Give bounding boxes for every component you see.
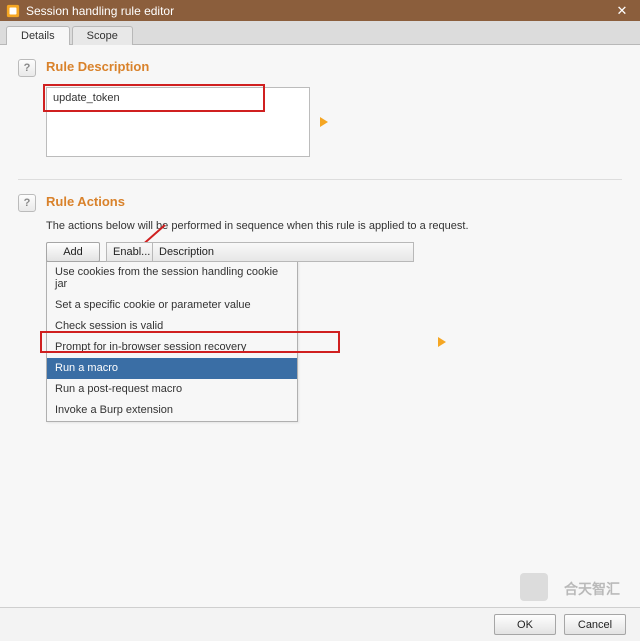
tab-scope[interactable]: Scope bbox=[72, 26, 133, 45]
menu-item[interactable]: Run a macro bbox=[47, 358, 297, 379]
rule-description-section: ? Rule Description bbox=[18, 59, 622, 77]
app-icon bbox=[6, 4, 20, 18]
divider bbox=[18, 179, 622, 180]
menu-item[interactable]: Use cookies from the session handling co… bbox=[47, 262, 297, 295]
column-header-description[interactable]: Description bbox=[152, 242, 414, 262]
rule-actions-heading: Rule Actions bbox=[46, 194, 125, 209]
watermark-text: 合天智汇 bbox=[564, 579, 620, 599]
rule-description-wrap: update_token bbox=[46, 87, 622, 157]
add-button[interactable]: Add bbox=[46, 242, 100, 262]
titlebar: Session handling rule editor ✕ bbox=[0, 0, 640, 21]
tab-bar: Details Scope bbox=[0, 21, 640, 45]
annotation-box-2 bbox=[40, 331, 340, 353]
tab-details[interactable]: Details bbox=[6, 26, 70, 45]
annotation-box-1 bbox=[43, 84, 265, 112]
ok-button[interactable]: OK bbox=[494, 614, 556, 635]
expand-icon[interactable] bbox=[438, 337, 446, 347]
rule-description-heading: Rule Description bbox=[46, 59, 149, 74]
watermark-logo bbox=[520, 573, 548, 601]
rule-actions-intro: The actions below will be performed in s… bbox=[46, 220, 622, 232]
menu-item[interactable]: Invoke a Burp extension bbox=[47, 400, 297, 421]
help-icon[interactable]: ? bbox=[18, 194, 36, 212]
column-header-enabled[interactable]: Enabl... bbox=[106, 242, 152, 262]
close-icon[interactable]: ✕ bbox=[610, 3, 634, 19]
menu-item[interactable]: Run a post-request macro bbox=[47, 379, 297, 400]
expand-icon[interactable] bbox=[320, 117, 328, 127]
menu-item[interactable]: Set a specific cookie or parameter value bbox=[47, 295, 297, 316]
help-icon[interactable]: ? bbox=[18, 59, 36, 77]
dialog-body: ? Rule Description update_token ? Rule A… bbox=[0, 45, 640, 641]
dialog-footer: OK Cancel bbox=[0, 607, 640, 641]
window-title: Session handling rule editor bbox=[26, 4, 610, 18]
rule-actions-section: ? Rule Actions bbox=[18, 194, 622, 212]
rule-actions-area: Add Enabl... Description Use cookies fro… bbox=[46, 242, 622, 422]
rule-description-input[interactable]: update_token bbox=[46, 87, 310, 157]
actions-toolbar: Add Enabl... Description bbox=[46, 242, 414, 262]
cancel-button[interactable]: Cancel bbox=[564, 614, 626, 635]
